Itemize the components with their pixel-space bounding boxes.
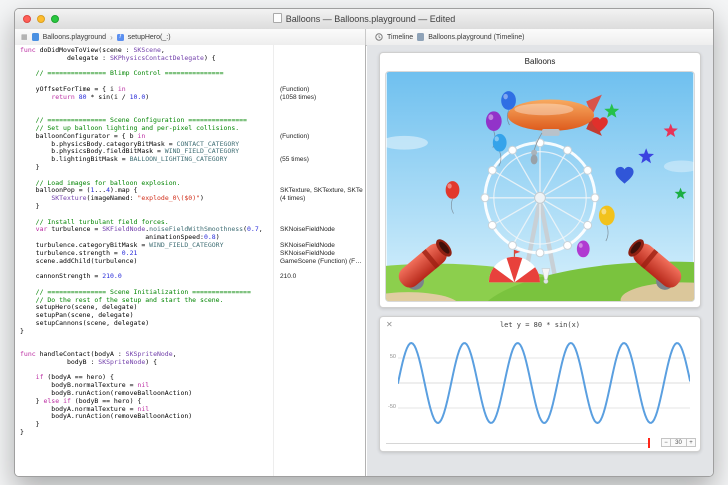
results-sidebar: (Function) (1058 times) (Function) (55 time… [273, 45, 365, 476]
balloons-scene [386, 72, 694, 301]
code-line[interactable]: SKTexture(imageNamed: "explode_0\($0)") [20, 194, 273, 203]
code-line[interactable]: } [20, 327, 273, 336]
code-line[interactable]: delegate : SKPhysicsContactDelegate) { [20, 54, 273, 63]
code-editor[interactable]: func doDidMoveToView(scene : SKScene, de… [15, 45, 273, 476]
jumpbar-item-timeline-file[interactable]: Balloons.playground (Timeline) [428, 34, 524, 41]
sine-plot [398, 333, 690, 433]
result-value[interactable]: SKTexture, SKTexture, SKTe… [280, 187, 363, 195]
result-value[interactable]: (Function) [280, 133, 363, 141]
y-tick-50: 50 [389, 354, 396, 360]
result-value[interactable]: (4 times) [280, 195, 363, 203]
scene-preview [385, 71, 695, 302]
code-line[interactable]: cannonStrength = 210.0 [20, 272, 273, 281]
timeline-clock-icon [375, 33, 383, 41]
stepper-decrement[interactable]: − [661, 438, 671, 447]
timeline-pane: Balloons ✕ let y = 80 * sin(x) 50 -50 − … [367, 45, 713, 476]
code-line[interactable]: } [20, 202, 273, 211]
code-line[interactable]: scene.addChild(turbulence) [20, 257, 273, 266]
result-value[interactable]: SKNoiseFieldNode [280, 226, 363, 234]
assistant-jumpbar: Timeline Balloons.playground (Timeline) [367, 29, 713, 45]
code-line[interactable]: // =============== Blimp Control =======… [20, 69, 273, 78]
code-lines: func doDidMoveToView(scene : SKScene, de… [20, 46, 273, 437]
scene-title: Balloons [524, 57, 556, 66]
code-line[interactable]: b.lightingBitMask = BALLOON_LIGHTING_CAT… [20, 155, 273, 164]
result-value[interactable]: GameScene (Function) (F… [280, 258, 363, 266]
chevron-right-icon: › [110, 32, 113, 42]
stepper-increment[interactable]: + [686, 438, 696, 447]
code-line[interactable]: bodyB : SKSpriteNode) { [20, 358, 273, 367]
editor-jumpbar: ▦ Balloons.playground › f setupHero(_:) [15, 29, 366, 45]
related-items-icon[interactable]: ▦ [21, 34, 28, 41]
code-line[interactable]: return 80 * sin(i / 10.0) [20, 93, 273, 102]
scrubber-playhead[interactable] [648, 438, 650, 448]
graph-card: ✕ let y = 80 * sin(x) 50 -50 − 30 + [379, 316, 701, 452]
result-value[interactable]: (1058 times) [280, 94, 363, 102]
code-line[interactable] [20, 335, 273, 343]
result-value[interactable]: SKNoiseFieldNode [280, 242, 363, 250]
result-value[interactable]: (55 times) [280, 156, 363, 164]
titlebar: Balloons — Balloons.playground — Edited [15, 9, 713, 30]
jumpbar-item-file[interactable]: Balloons.playground [43, 34, 106, 41]
graph-title: let y = 80 * sin(x) [499, 321, 581, 329]
y-tick-neg50: -50 [388, 404, 396, 410]
stepper-value: 30 [671, 438, 686, 447]
window-title: Balloons — Balloons.playground — Edited [15, 9, 713, 29]
code-line[interactable]: } [20, 420, 273, 429]
jumpbar: ▦ Balloons.playground › f setupHero(_:) … [15, 29, 713, 46]
scene-card: Balloons [379, 52, 701, 308]
jumpbar-item-timeline[interactable]: Timeline [387, 34, 413, 41]
jumpbar-item-symbol[interactable]: setupHero(_:) [128, 34, 171, 41]
code-line[interactable]: } [20, 163, 273, 172]
timeline-scrubber: − 30 + [384, 437, 696, 449]
source-editor: func doDidMoveToView(scene : SKScene, de… [15, 45, 366, 476]
scrubber-track[interactable] [386, 443, 648, 444]
timeline-doc-icon [417, 33, 425, 41]
xcode-window: Balloons — Balloons.playground — Edited … [14, 8, 714, 477]
time-limit-stepper: − 30 + [661, 438, 696, 447]
code-line[interactable] [20, 102, 273, 110]
document-proxy-icon[interactable] [272, 13, 282, 23]
code-line[interactable]: bodyA.runAction(removeBalloonAction) [20, 413, 273, 421]
balloon [576, 240, 590, 258]
function-icon: f [116, 33, 124, 41]
result-value[interactable]: SKNoiseFieldNode [280, 250, 363, 258]
result-value[interactable]: (Function) [280, 86, 363, 94]
code-line[interactable]: } [20, 428, 273, 437]
code-line[interactable]: setupCannons(scene, delegate) [20, 319, 273, 328]
result-value[interactable]: 210.0 [280, 273, 363, 281]
playground-file-icon [31, 33, 39, 41]
